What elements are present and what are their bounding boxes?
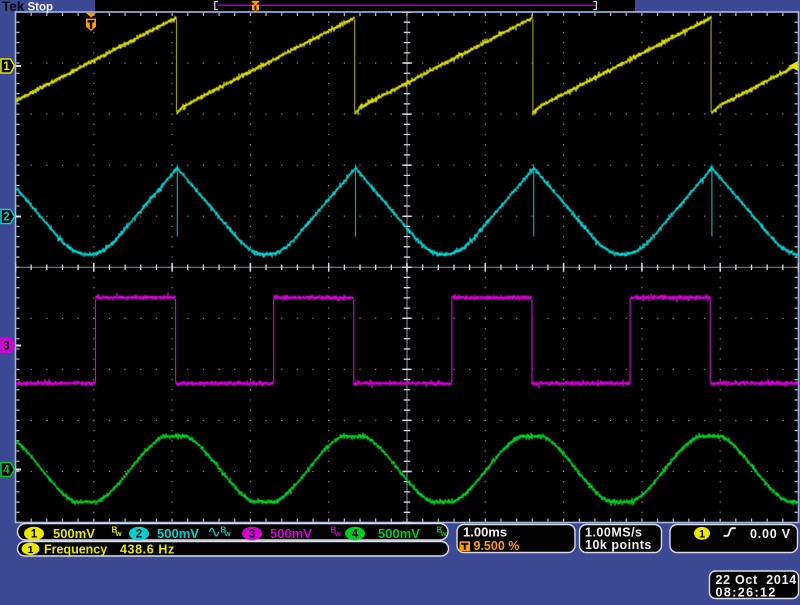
svg-text:Stop: Stop: [28, 2, 54, 14]
svg-text:9.500 %: 9.500 %: [474, 539, 520, 553]
svg-text:4: 4: [352, 529, 359, 541]
svg-text:w: w: [115, 529, 122, 538]
svg-text:0.00 V: 0.00 V: [750, 527, 791, 541]
svg-text:1: 1: [3, 61, 10, 73]
svg-text:1.00ms: 1.00ms: [463, 525, 507, 540]
svg-text:500mV: 500mV: [378, 526, 420, 541]
svg-text:500mV: 500mV: [270, 526, 312, 541]
svg-text:w: w: [224, 529, 231, 538]
svg-text:4: 4: [3, 465, 10, 477]
svg-text:438.6 Hz: 438.6 Hz: [120, 543, 175, 557]
svg-text:08:26:12: 08:26:12: [716, 586, 777, 600]
svg-text:10k points: 10k points: [585, 538, 652, 552]
svg-text:w: w: [440, 529, 447, 538]
svg-text:Tek: Tek: [2, 0, 25, 14]
svg-text:Frequency: Frequency: [44, 543, 107, 557]
svg-text:2: 2: [3, 212, 9, 224]
svg-text:w: w: [334, 529, 341, 538]
svg-text:500mV: 500mV: [157, 526, 199, 541]
svg-text:500mV: 500mV: [53, 526, 95, 541]
svg-text:1: 1: [28, 544, 34, 556]
svg-text:2: 2: [136, 529, 142, 541]
svg-text:3: 3: [249, 529, 255, 541]
svg-text:3: 3: [3, 341, 9, 353]
svg-text:1: 1: [699, 528, 705, 540]
svg-text:1: 1: [31, 529, 38, 541]
